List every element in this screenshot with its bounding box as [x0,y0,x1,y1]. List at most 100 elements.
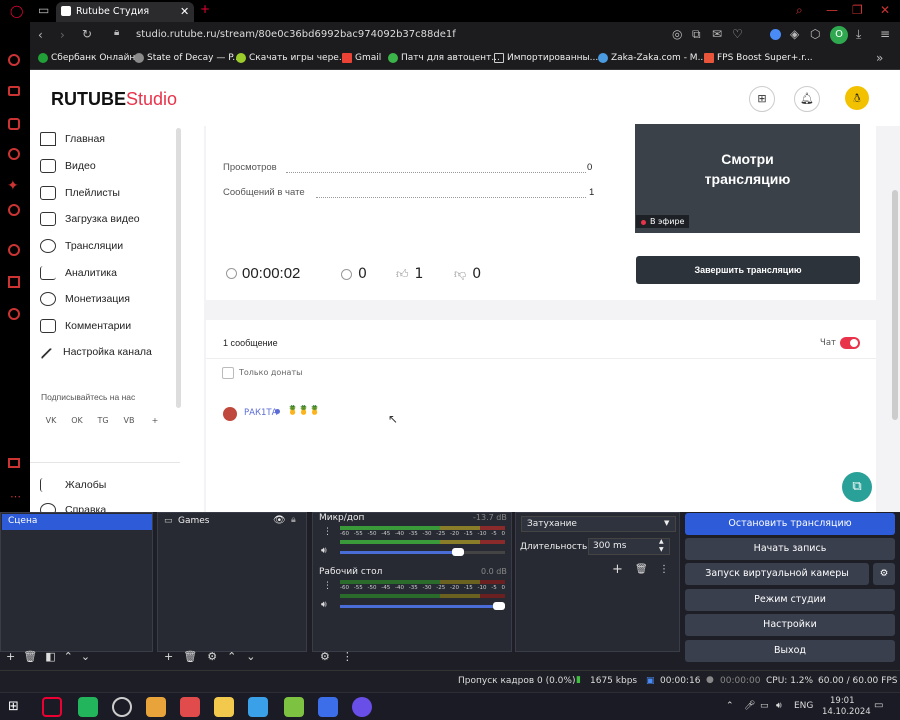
maximize-icon[interactable]: ❐ [852,4,863,16]
add-scene-icon[interactable]: + [6,650,15,666]
instagram-icon[interactable] [8,118,20,130]
more-icon[interactable]: ⋯ [10,490,21,503]
menu-icon[interactable]: ≡ [880,28,890,40]
transition-select[interactable]: Затухание ▼ [521,516,676,532]
support-chat-button[interactable]: ⧉ [842,472,872,502]
move-down-icon[interactable]: ⌄ [81,650,90,666]
vpn-taskbar-icon[interactable] [318,697,338,717]
notifications-icon[interactable]: ▭ [874,700,883,711]
donations-checkbox[interactable] [222,367,234,379]
obs-taskbar-icon[interactable] [112,697,132,717]
telegram-icon[interactable]: TG [96,416,110,425]
bookmark-item[interactable]: Патч для автоцент... [388,53,500,63]
sidebar-item-upload[interactable]: Загрузка видео [40,212,140,226]
box-icon[interactable] [8,276,20,288]
start-recording-button[interactable]: Начать запись [685,538,895,560]
chat-toggle[interactable] [840,337,860,349]
game-taskbar-icon[interactable] [146,697,166,717]
bookmarks-more-icon[interactable]: » [876,52,883,64]
ok-icon[interactable]: OK [70,416,84,425]
end-stream-button[interactable]: Завершить трансляцию [636,256,860,284]
upload-icon[interactable]: ⊞ [749,86,775,112]
app-taskbar-icon[interactable] [248,697,268,717]
remove-scene-icon[interactable]: 🗑︎ [23,650,37,666]
visibility-icon[interactable]: 👁︎ [273,515,286,526]
sidebar-item-home[interactable]: Главная [40,132,105,146]
bookmark-item[interactable]: State of Decay — P... [134,53,241,63]
flow-icon[interactable]: ✉ [712,28,722,40]
volume-slider[interactable] [340,605,505,608]
sidebar-item-video[interactable]: Видео [40,159,96,173]
snapshot-icon[interactable]: ⧉ [692,28,701,40]
opera-menu-icon[interactable]: ◯ [10,5,23,17]
remove-source-icon[interactable]: 🗑︎ [183,650,197,666]
tray-arrow-icon[interactable]: ⌃ [726,701,734,711]
source-item[interactable]: Games [178,516,209,526]
mail-taskbar-icon[interactable] [180,697,200,717]
steam-taskbar-icon[interactable] [78,697,98,717]
stream-preview[interactable]: Смотри трансляцию В эфире [635,124,860,233]
studio-mode-button[interactable]: Режим студии [685,589,895,611]
player-icon[interactable] [8,204,20,216]
speaker-icon[interactable]: 🔊︎ [321,600,327,610]
sidebar-item-monetization[interactable]: Монетизация [40,292,130,306]
add-transition-icon[interactable]: + [612,562,623,577]
opera-sidebar-icon[interactable] [8,54,20,66]
advanced-audio-icon[interactable]: ⚙ [320,650,330,666]
shield-icon[interactable]: ◈ [790,28,799,40]
utorrent-taskbar-icon[interactable] [284,697,304,717]
sidebar-item-playlists[interactable]: Плейлисты [40,186,120,200]
volume-slider[interactable] [340,551,505,554]
shop-icon[interactable] [8,86,20,96]
virtual-camera-button[interactable]: Запуск виртуальной камеры [685,563,869,585]
profile-avatar[interactable]: О [830,26,848,44]
track-menu-icon[interactable]: ⋮ [323,581,332,591]
history-icon[interactable] [8,244,20,256]
speaker-icon[interactable]: 🔊︎ [321,546,327,556]
browser-tab[interactable]: Rutube Студия ✕ [56,2,194,22]
url-field[interactable]: studio.rutube.ru/stream/80e0c36bd6992bac… [136,29,456,40]
opera-taskbar-icon[interactable] [42,697,62,717]
page-scrollbar[interactable] [892,190,898,420]
tab-close-icon[interactable]: ✕ [180,5,189,18]
volume-icon[interactable]: 🔊︎ [776,701,782,711]
mixer-menu-icon[interactable]: ⋮ [342,650,353,666]
bookmark-item[interactable]: Скачать игры чере... [236,53,347,63]
virtual-camera-settings-icon[interactable]: ⚙ [873,563,895,585]
bookmark-item[interactable]: Сбербанк Онлайн [38,53,135,63]
search-icon[interactable]: ⌕ [796,4,803,16]
start-icon[interactable]: ⊞ [8,699,19,714]
pinboard-icon[interactable] [8,458,20,468]
volume-knob[interactable] [493,602,505,610]
exit-button[interactable]: Выход [685,640,895,662]
vpn-icon[interactable] [770,29,781,40]
discord-taskbar-icon[interactable] [352,697,372,717]
mic-icon[interactable]: 🎤︎ [744,701,755,711]
scene-item[interactable]: Сцена [2,514,152,530]
settings-icon[interactable] [8,308,20,320]
sidebar-item-analytics[interactable]: Аналитика [40,266,117,280]
remove-transition-icon[interactable]: 🗑︎ [635,564,648,575]
transition-menu-icon[interactable]: ⋮ [659,564,669,575]
explorer-taskbar-icon[interactable] [214,697,234,717]
heart-icon[interactable]: ♡ [732,28,743,40]
forward-icon[interactable]: › [60,29,65,41]
twitch-icon[interactable] [8,148,20,160]
bell-icon[interactable]: 🔔︎ [794,86,820,112]
viber-icon[interactable]: VB [122,416,136,425]
minimize-icon[interactable]: — [826,4,838,16]
sidebar-item-comments[interactable]: Комментарии [40,319,131,333]
move-down-icon[interactable]: ⌄ [246,650,255,666]
sidebar-item-help[interactable]: Справка [40,503,106,512]
clock-time[interactable]: 19:01 [830,696,855,706]
sidebar-item-channel-settings[interactable]: Настройка канала [40,346,152,361]
add-source-icon[interactable]: + [164,650,173,666]
reload-icon[interactable]: ↻ [82,28,92,40]
new-tab-icon[interactable]: + [200,3,210,15]
source-settings-icon[interactable]: ⚙ [207,650,217,666]
move-up-icon[interactable]: ⌃ [64,650,73,666]
track-menu-icon[interactable]: ⋮ [323,527,332,537]
bookmark-item[interactable]: Zaka-Zaka.com - М... [598,53,706,63]
move-up-icon[interactable]: ⌃ [227,650,236,666]
studio-logo[interactable]: RUTUBEStudio [51,89,177,110]
